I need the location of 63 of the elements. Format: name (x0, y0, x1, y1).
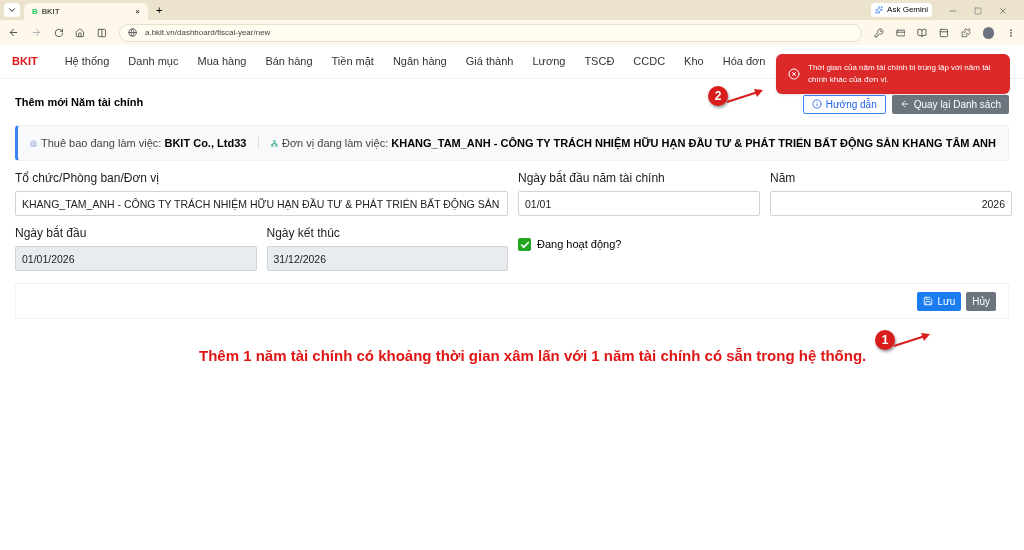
menu-item[interactable]: Giá thành (465, 53, 514, 70)
field-label: Ngày kết thúc (266, 225, 341, 242)
chevron-down-icon (7, 5, 17, 15)
menu-item[interactable]: CCDC (633, 53, 666, 70)
save-icon (923, 296, 934, 306)
error-icon (788, 68, 800, 80)
building-icon (30, 137, 37, 149)
arrow-left-icon (899, 99, 910, 109)
menu-item[interactable]: Danh mục (128, 53, 179, 70)
cancel-button[interactable]: Hủy (966, 291, 996, 311)
book-icon[interactable] (917, 27, 928, 38)
profile-avatar[interactable] (982, 26, 995, 39)
toast-message: Thời gian của năm tài chính bị trùng lặp với năm tài chính khác của đơn vị. (808, 62, 992, 86)
menu-item[interactable]: Hóa đơn (722, 53, 766, 70)
input-field[interactable]: KHANG_TAM_ANH - CÔNG TY TRÁCH NHIỆM HỮU HẠN ĐẦU TƯ & PHÁT TRIỂN BẤT ĐỘNG SẢN (15, 191, 508, 216)
arrow-icon (893, 332, 931, 348)
checkbox-label: Đang hoạt động? (537, 237, 622, 253)
globe-icon (127, 28, 137, 37)
menu-item[interactable]: Mua hàng (197, 53, 247, 70)
page-title: Thêm mới Năm tài chính (15, 94, 144, 110)
reload-icon[interactable] (53, 27, 64, 38)
close-icon[interactable] (998, 6, 1008, 16)
url-text: a.bkit.vn/dashboard/fiscal-year/new (144, 26, 271, 39)
field-label: Năm (770, 170, 797, 187)
back-icon[interactable] (8, 27, 19, 38)
back-to-list-button[interactable]: Quay lại Danh sách (891, 94, 1009, 114)
info-icon (811, 99, 822, 109)
subscription-text: Thuê bao đang làm việc: BKIT Co., Ltd33 (40, 135, 247, 151)
field-label: Ngày bắt đầu năm tài chính (518, 169, 666, 187)
browser-tab[interactable]: B BKIT × (24, 3, 148, 20)
input-field[interactable]: 2026 (770, 191, 1012, 216)
menu-item[interactable]: Bán hàng (265, 53, 313, 70)
home-icon[interactable] (75, 27, 86, 38)
input-field[interactable]: 01/01 (518, 191, 760, 216)
app-logo[interactable]: BKIT (12, 53, 38, 70)
favicon: B (32, 5, 38, 18)
field-label: Tổ chức/Phòng ban/Đơn vị (15, 170, 160, 187)
menu-item[interactable]: TSCĐ (584, 53, 615, 70)
extensions-icon[interactable] (960, 27, 971, 38)
menu-item[interactable]: Tiền mặt (331, 53, 374, 70)
tab-list-button[interactable] (4, 3, 20, 17)
step-marker: 1 (875, 330, 895, 350)
card-icon[interactable] (895, 27, 906, 38)
menu-item[interactable]: Kho (684, 53, 704, 70)
save-button[interactable]: Lưu (917, 291, 962, 311)
menu-item[interactable]: Ngân hàng (392, 53, 447, 70)
ask-gemini-button[interactable]: Ask Gemini (871, 3, 932, 17)
arrow-icon (726, 88, 764, 104)
sparkle-icon (875, 6, 884, 14)
menu-item[interactable]: Hệ thống (64, 53, 110, 70)
split-view-icon[interactable] (97, 27, 107, 38)
field-label: Ngày bắt đầu (15, 224, 88, 242)
panel-icon[interactable] (939, 27, 949, 38)
org-tree-icon (271, 137, 278, 149)
key-icon[interactable] (873, 27, 884, 38)
unit-text: Đơn vị đang làm việc: KHANG_TAM_ANH - CÔNG TY TRÁCH NHIỆM HỮU HẠN ĐẦU TƯ & PHÁT TRIỂN BẤT ĐỘNG SẢN KHANG TÂM ANH (281, 135, 996, 152)
active-checkbox[interactable] (518, 238, 531, 251)
new-tab-button[interactable]: + (152, 1, 167, 18)
menu-item[interactable]: Lương (532, 53, 566, 70)
step-marker: 2 (708, 86, 728, 106)
address-bar[interactable]: a.bkit.vn/dashboard/fiscal-year/new (118, 23, 862, 42)
guide-button[interactable]: Hướng dẫn (802, 94, 886, 114)
annotation-caption: Thêm 1 năm tài chính có khoảng thời gian xâm lấn với 1 năm tài chính có sẵn trong hệ thống. (199, 346, 868, 366)
